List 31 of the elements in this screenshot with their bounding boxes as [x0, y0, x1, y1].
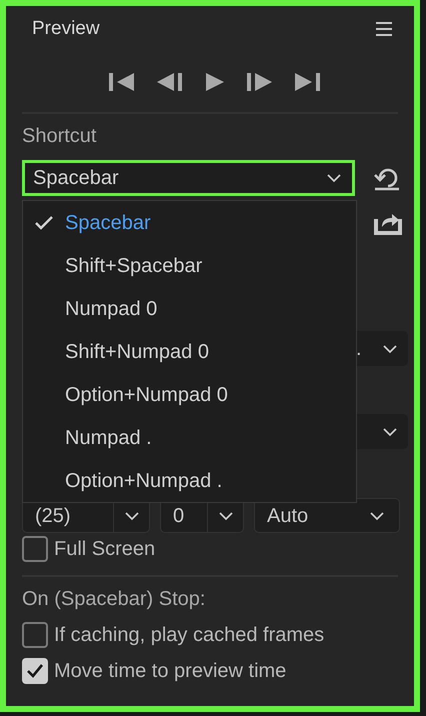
export-icon[interactable]	[374, 213, 402, 235]
checkbox-label: Move time to preview time	[54, 659, 286, 684]
checkmark-icon	[35, 216, 53, 230]
chevron-down-icon	[369, 510, 385, 520]
checkbox[interactable]	[22, 658, 48, 684]
checkmark-icon	[26, 663, 44, 679]
menu-item[interactable]: Shift+Spacebar	[23, 244, 356, 287]
panel-title: Preview	[32, 16, 100, 41]
play-icon[interactable]	[205, 72, 225, 92]
go-to-end-icon[interactable]	[295, 72, 321, 92]
menu-item[interactable]: Spacebar	[23, 201, 356, 244]
menu-item[interactable]: Numpad 0	[23, 287, 356, 330]
menu-item[interactable]: Numpad .	[23, 416, 356, 459]
checkbox-label: Full Screen	[54, 537, 156, 562]
shortcut-dropdown[interactable]: Spacebar	[22, 160, 355, 196]
dropdown[interactable]: Auto	[254, 498, 400, 533]
section-label: On (Spacebar) Stop:	[22, 587, 206, 612]
menu-icon[interactable]	[376, 22, 392, 36]
step-back-icon[interactable]	[157, 72, 183, 92]
checkbox[interactable]	[22, 622, 48, 648]
chevron-down-icon	[382, 426, 398, 436]
go-to-start-icon[interactable]	[109, 72, 135, 92]
chevron-down-icon	[326, 173, 342, 183]
section-label: Shortcut	[22, 124, 96, 149]
chevron-down-icon	[124, 510, 140, 520]
checkbox-label: If caching, play cached frames	[54, 623, 324, 648]
step-forward-icon[interactable]	[247, 72, 273, 92]
checkbox[interactable]	[22, 536, 48, 562]
menu-item[interactable]: Option+Numpad 0	[23, 373, 356, 416]
chevron-down-icon	[382, 344, 398, 354]
chevron-down-icon	[218, 510, 234, 520]
